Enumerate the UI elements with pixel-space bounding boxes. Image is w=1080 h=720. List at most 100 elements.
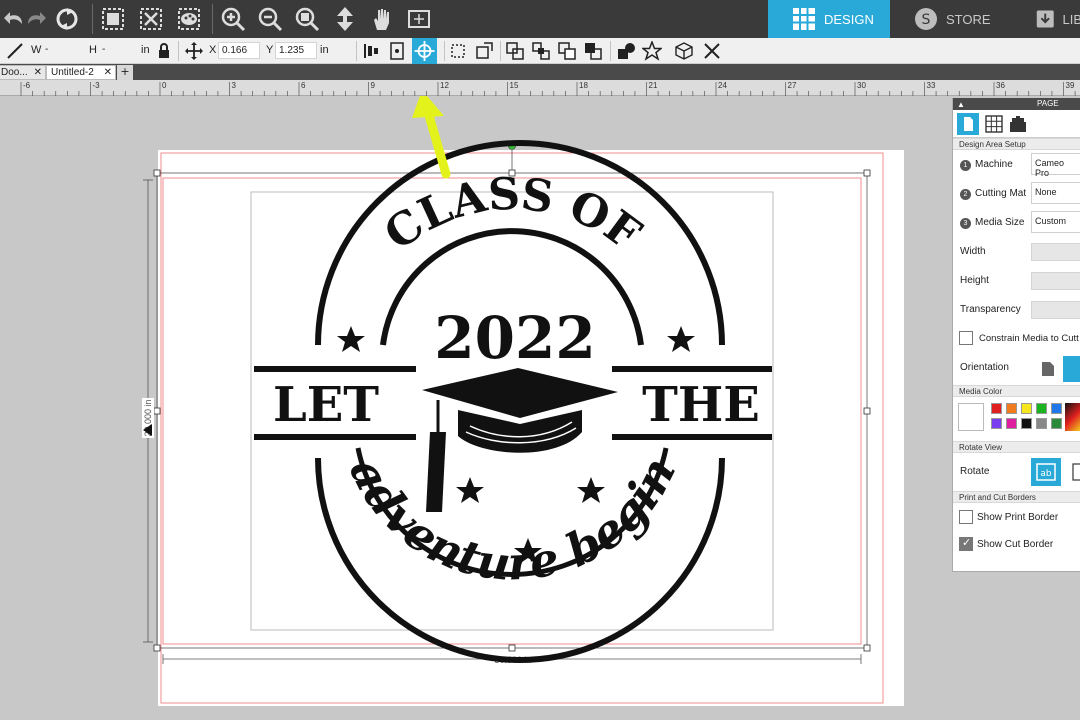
rotate-label: Rotate (960, 466, 990, 477)
constrain-label: Constrain Media to Cutt (979, 333, 1079, 344)
show-cut-border-row: Show Cut Border (953, 530, 1080, 557)
document-tab[interactable]: Doo... ✕ (0, 65, 46, 80)
close-tab-icon[interactable]: ✕ (34, 66, 42, 79)
color-swatch[interactable] (1036, 403, 1047, 414)
width-row: Width (953, 237, 1080, 266)
constrain-checkbox[interactable] (959, 331, 973, 345)
zoom-in-icon[interactable] (218, 4, 248, 34)
tab-store[interactable]: S STORE (890, 0, 1012, 38)
zoom-out-icon[interactable] (255, 4, 285, 34)
right-word-text: THE (642, 377, 760, 433)
color-swatch[interactable] (1036, 418, 1047, 429)
grid-settings-icon[interactable] (983, 113, 1005, 135)
propbar-separator (500, 41, 501, 61)
machine-label: Machine (975, 159, 1013, 170)
ruler-label: 36 (996, 81, 1005, 90)
fit-page-icon[interactable] (404, 4, 434, 34)
center-to-page-button[interactable] (412, 38, 437, 64)
color-swatch[interactable] (1006, 403, 1017, 414)
cutting-mat-select[interactable]: None (1031, 182, 1080, 204)
transparency-label: Transparency (960, 304, 1021, 315)
color-swatch[interactable] (991, 403, 1002, 414)
star-icon[interactable] (642, 41, 662, 61)
pan-hand-icon[interactable] (367, 4, 397, 34)
propbar-separator (178, 41, 179, 61)
rotate-alt-icon[interactable] (1071, 462, 1080, 482)
width-field[interactable]: - (42, 42, 82, 59)
center-page-icon[interactable] (387, 41, 407, 61)
height-field[interactable]: - (99, 42, 137, 59)
machine-select[interactable]: Cameo Pro (1031, 153, 1080, 178)
tab-library-label: LIB (1062, 11, 1080, 27)
width-input[interactable] (1031, 243, 1080, 261)
toolbar-separator (212, 4, 213, 34)
toolbar-separator (92, 4, 93, 34)
design-artwork[interactable]: 20.000 in 30.000 in CLASS OF 2022 LET TH… (0, 96, 1080, 720)
transparency-row: Transparency (953, 295, 1080, 324)
panel-tabs (953, 110, 1080, 138)
bring-forward-icon[interactable] (505, 41, 525, 61)
page-setup-tab-icon[interactable] (957, 113, 979, 135)
close-tab-icon[interactable]: ✕ (104, 66, 112, 79)
year-text: 2022 (434, 304, 595, 372)
print-cut-section: Print and Cut Borders (953, 491, 1080, 503)
registration-marks-icon[interactable] (1007, 113, 1029, 135)
show-cut-border-checkbox[interactable] (959, 536, 973, 551)
tab-design[interactable]: DESIGN (768, 0, 890, 38)
zoom-select-icon[interactable] (292, 4, 322, 34)
height-input[interactable] (1031, 272, 1080, 290)
color-gradient-picker[interactable] (1065, 403, 1080, 431)
redo-icon[interactable] (20, 4, 50, 34)
ruler-label: 15 (509, 81, 519, 90)
align-icon[interactable] (362, 41, 382, 61)
show-print-border-row: Show Print Border (953, 503, 1080, 530)
color-swatch[interactable] (1021, 418, 1032, 429)
ruler-label: 24 (718, 81, 727, 90)
transform-icon[interactable] (448, 41, 468, 61)
palette-icon[interactable] (174, 4, 204, 34)
3d-box-icon[interactable] (674, 41, 694, 61)
lock-icon[interactable] (154, 41, 174, 61)
ruler-label: -3 (92, 81, 100, 90)
color-swatch[interactable] (991, 418, 1002, 429)
y-position-field[interactable]: 1.235 (275, 42, 317, 59)
orientation-row: Orientation (953, 353, 1080, 385)
refresh-icon[interactable] (52, 4, 82, 34)
close-icon[interactable] (702, 41, 722, 61)
left-word-text: LET (273, 377, 379, 433)
group-icon[interactable] (98, 4, 128, 34)
resize-icon[interactable] (474, 41, 494, 61)
ungroup-icon[interactable] (136, 4, 166, 34)
svg-text:S: S (922, 12, 931, 28)
height-label: Height (960, 275, 989, 286)
shapes-icon[interactable] (616, 41, 636, 61)
landscape-button[interactable] (1063, 356, 1080, 382)
color-swatch[interactable] (1051, 403, 1062, 414)
send-back-icon[interactable] (583, 41, 603, 61)
media-color-row (953, 397, 1080, 441)
move-arrows-icon[interactable] (184, 41, 204, 61)
tab-library[interactable]: LIB (1012, 0, 1080, 38)
show-print-border-checkbox[interactable] (959, 510, 973, 524)
rotate-button[interactable]: ab (1031, 458, 1061, 486)
main-toolbar: DESIGN S STORE LIB (0, 0, 1080, 38)
add-tab-button[interactable]: + (117, 65, 133, 80)
media-size-select[interactable]: Custom (1031, 211, 1080, 233)
color-swatch[interactable] (1006, 418, 1017, 429)
move-icon[interactable] (330, 4, 360, 34)
x-position-field[interactable]: 0.166 (218, 42, 260, 59)
portrait-icon[interactable] (1041, 361, 1055, 377)
page-setup-panel: ▲ PAGE SETUP Design Area Setup 1 Machine … (952, 98, 1080, 572)
current-color-swatch[interactable] (958, 403, 984, 431)
tab-design-label: DESIGN (824, 11, 874, 27)
transparency-slider[interactable] (1031, 301, 1080, 319)
bring-front-icon[interactable] (557, 41, 577, 61)
ruler-label: 3 (231, 81, 236, 90)
send-backward-icon[interactable] (531, 41, 551, 61)
line-tool-icon[interactable] (5, 41, 25, 61)
y-label: Y (266, 44, 274, 56)
color-swatch[interactable] (1051, 418, 1062, 429)
design-canvas[interactable]: 20.000 in 30.000 in CLASS OF 2022 LET TH… (0, 96, 1080, 720)
color-swatch[interactable] (1021, 403, 1032, 414)
document-tab-active[interactable]: Untitled-2 ✕ (46, 65, 116, 80)
